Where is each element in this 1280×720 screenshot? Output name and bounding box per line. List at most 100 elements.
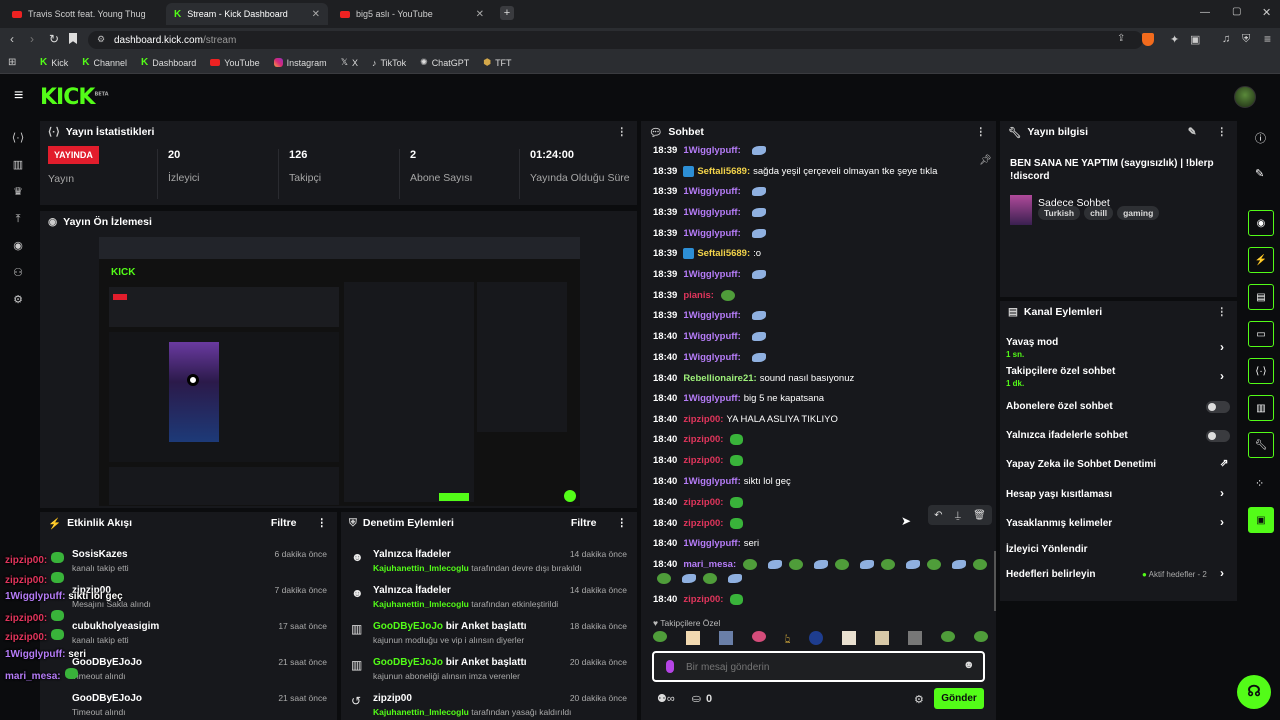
hamburger-menu-icon[interactable]: ≡ — [14, 87, 23, 105]
account-age-item[interactable]: Hesap yaşı kısıtlaması — [1006, 489, 1112, 500]
upload-icon[interactable]: ⤒ — [10, 211, 26, 227]
close-icon[interactable]: ✕ — [312, 9, 320, 20]
chat-message[interactable]: 18:40 Rebellionaire21: sound nasıl basıyon… — [653, 373, 854, 384]
chat-username[interactable]: 1Wigglypuff: — [683, 476, 740, 487]
gift-icon[interactable]: ⛀ — [692, 693, 701, 705]
window-close-icon[interactable]: ✕ — [1262, 6, 1271, 19]
site-settings-icon[interactable]: ⚙ — [97, 34, 105, 45]
rail-button-notes[interactable]: ▤ — [1248, 284, 1274, 310]
brave-shield-icon[interactable] — [1142, 33, 1154, 46]
emote[interactable] — [751, 631, 766, 642]
chat-username[interactable]: 1Wigglypuff: — [683, 228, 740, 239]
emotes-only-toggle[interactable] — [1206, 430, 1230, 442]
chat-message[interactable]: 18:39 1Wigglypuff: — [653, 228, 766, 239]
back-icon[interactable]: ‹ — [10, 32, 14, 46]
info-icon[interactable]: ⓘ — [1255, 130, 1266, 146]
browser-menu-icon[interactable]: ≡ — [1264, 32, 1271, 46]
dots-icon[interactable]: ⁘ — [1255, 477, 1264, 490]
mod-actor[interactable]: GooDByEJoJo — [373, 657, 443, 668]
emote[interactable]: 👆︎ — [785, 631, 791, 649]
chat-message[interactable]: 18:39 1Wigglypuff: — [653, 310, 766, 321]
emote[interactable] — [653, 631, 667, 642]
rail-button-broadcast[interactable]: ⟨·⟩ — [1248, 358, 1274, 384]
more-options-icon[interactable]: ⋮ — [976, 126, 987, 138]
chat-message[interactable]: 18:39 1Wigglypuff: — [653, 186, 766, 197]
chat-username[interactable]: 1Wigglypuff: — [683, 352, 740, 363]
settings-icon[interactable]: ⚙ — [914, 693, 924, 706]
chat-username[interactable]: 1Wigglypuff: — [683, 269, 740, 280]
chat-message[interactable]: 18:40 zipzip00: — [653, 594, 744, 605]
activity-user[interactable]: cubukholyeasigim — [72, 621, 159, 632]
emote[interactable] — [685, 631, 700, 645]
external-link-icon[interactable]: ⇗ — [1220, 458, 1228, 469]
chat-message[interactable]: 18:40 zipzip00: YA HALA ASLIYA TIKLIYO — [653, 414, 838, 425]
bookmark-tft[interactable]: ⬢ TFT — [483, 57, 511, 68]
new-tab-button[interactable]: + — [500, 6, 514, 20]
emote[interactable] — [809, 631, 824, 645]
raid-item[interactable]: İzleyici Yönlendir — [1006, 544, 1088, 555]
chat-username[interactable]: 1Wigglypuff: — [683, 207, 740, 218]
chat-username[interactable]: Seftali5689: — [697, 166, 750, 177]
chat-scrollbar[interactable] — [994, 551, 996, 611]
emote[interactable] — [973, 631, 988, 642]
chat-message[interactable]: 18:40 1Wigglypuff: siktı lol geç — [653, 476, 791, 487]
bookmark-icon[interactable] — [69, 33, 77, 44]
chat-message[interactable]: 18:40 1Wigglypuff: seri — [653, 538, 759, 549]
emote[interactable] — [941, 631, 956, 642]
chat-username[interactable]: pianis: — [683, 290, 714, 301]
chat-username[interactable]: mari_mesa: — [683, 559, 736, 570]
settings-icon[interactable]: ⚙ — [10, 292, 26, 308]
chat-username[interactable]: zipzip00: — [683, 455, 723, 466]
pin-message-icon[interactable]: ⍊ — [955, 510, 961, 521]
forward-icon[interactable]: › — [30, 32, 34, 46]
more-options-icon[interactable]: ⋮ — [317, 517, 328, 529]
followers-only-item[interactable]: Takipçilere özel sohbet 1 dk. — [1006, 366, 1115, 388]
chat-message[interactable]: 18:40 1Wigglypuff: big 5 ne kapatsana — [653, 393, 824, 404]
chat-message[interactable]: 18:39 Seftali5689: sağda yeşil çerçeveli o… — [653, 166, 937, 177]
music-icon[interactable]: ♫ — [1222, 33, 1230, 45]
chat-username[interactable]: zipzip00: — [683, 434, 723, 445]
chat-message[interactable]: 18:40 zipzip00: — [653, 497, 744, 508]
extensions-icon[interactable]: ✦ — [1170, 33, 1179, 46]
chat-message[interactable] — [653, 573, 742, 584]
banned-words-item[interactable]: Yasaklanmış kelimeler — [1006, 518, 1112, 529]
apps-grid-icon[interactable]: ⊞ — [8, 57, 16, 68]
stream-icon[interactable]: ⟨·⟩ — [10, 130, 26, 146]
subscribers-only-toggle[interactable] — [1206, 401, 1230, 413]
chat-message[interactable]: 18:39 1Wigglypuff: — [653, 145, 766, 156]
chevron-right-icon[interactable]: › — [1220, 515, 1224, 529]
rail-button-add[interactable]: ▣ — [1248, 507, 1274, 533]
edit-icon[interactable]: ✎ — [1255, 167, 1264, 180]
chat-message[interactable]: 18:40 zipzip00: — [653, 518, 744, 529]
stream-preview-video[interactable]: KICK — [99, 237, 580, 506]
emoji-picker-icon[interactable]: ☻ — [963, 659, 975, 671]
send-button[interactable]: Gönder — [934, 688, 984, 709]
chat-username[interactable]: 1Wigglypuff: — [683, 186, 740, 197]
chat-username[interactable]: 1Wigglypuff: — [683, 310, 740, 321]
chat-message[interactable]: 18:39 pianis: — [653, 290, 735, 301]
chat-message[interactable]: 18:40 zipzip00: — [653, 434, 744, 445]
chat-message[interactable]: 18:40 1Wigglypuff: — [653, 352, 766, 363]
tag[interactable]: chill — [1084, 206, 1114, 220]
chat-username[interactable]: zipzip00: — [683, 594, 723, 605]
bookmark-kick[interactable]: K Kick — [40, 57, 68, 68]
support-chat-button[interactable]: ☊ — [1237, 675, 1271, 709]
activity-user[interactable]: SosisKazes — [72, 549, 128, 560]
chat-message[interactable]: 18:39 1Wigglypuff: — [653, 207, 766, 218]
vpn-icon[interactable]: ⛨ — [1242, 33, 1250, 46]
chat-input[interactable] — [686, 658, 946, 676]
rail-button-camera[interactable]: ◉ — [1248, 210, 1274, 236]
chevron-right-icon[interactable]: › — [1220, 369, 1224, 383]
chat-username[interactable]: Rebellionaire21: — [683, 373, 756, 384]
filter-button[interactable]: Filtre — [271, 517, 297, 529]
mod-actor[interactable]: GooDByEJoJo — [373, 621, 443, 632]
bookmark-youtube[interactable]: YouTube — [210, 58, 260, 68]
mod-actor[interactable]: Kajuhanettin_Imlecoglu — [373, 707, 469, 717]
close-icon[interactable]: ✕ — [476, 9, 484, 20]
emote[interactable] — [842, 631, 857, 645]
trophy-icon[interactable]: ♛ — [10, 184, 26, 200]
mod-actor[interactable]: Kajuhanettin_Imlecoglu — [373, 563, 469, 573]
chat-username[interactable]: Seftali5689: — [697, 248, 750, 259]
reload-icon[interactable]: ↻ — [49, 32, 59, 46]
avatar[interactable] — [1234, 86, 1256, 108]
